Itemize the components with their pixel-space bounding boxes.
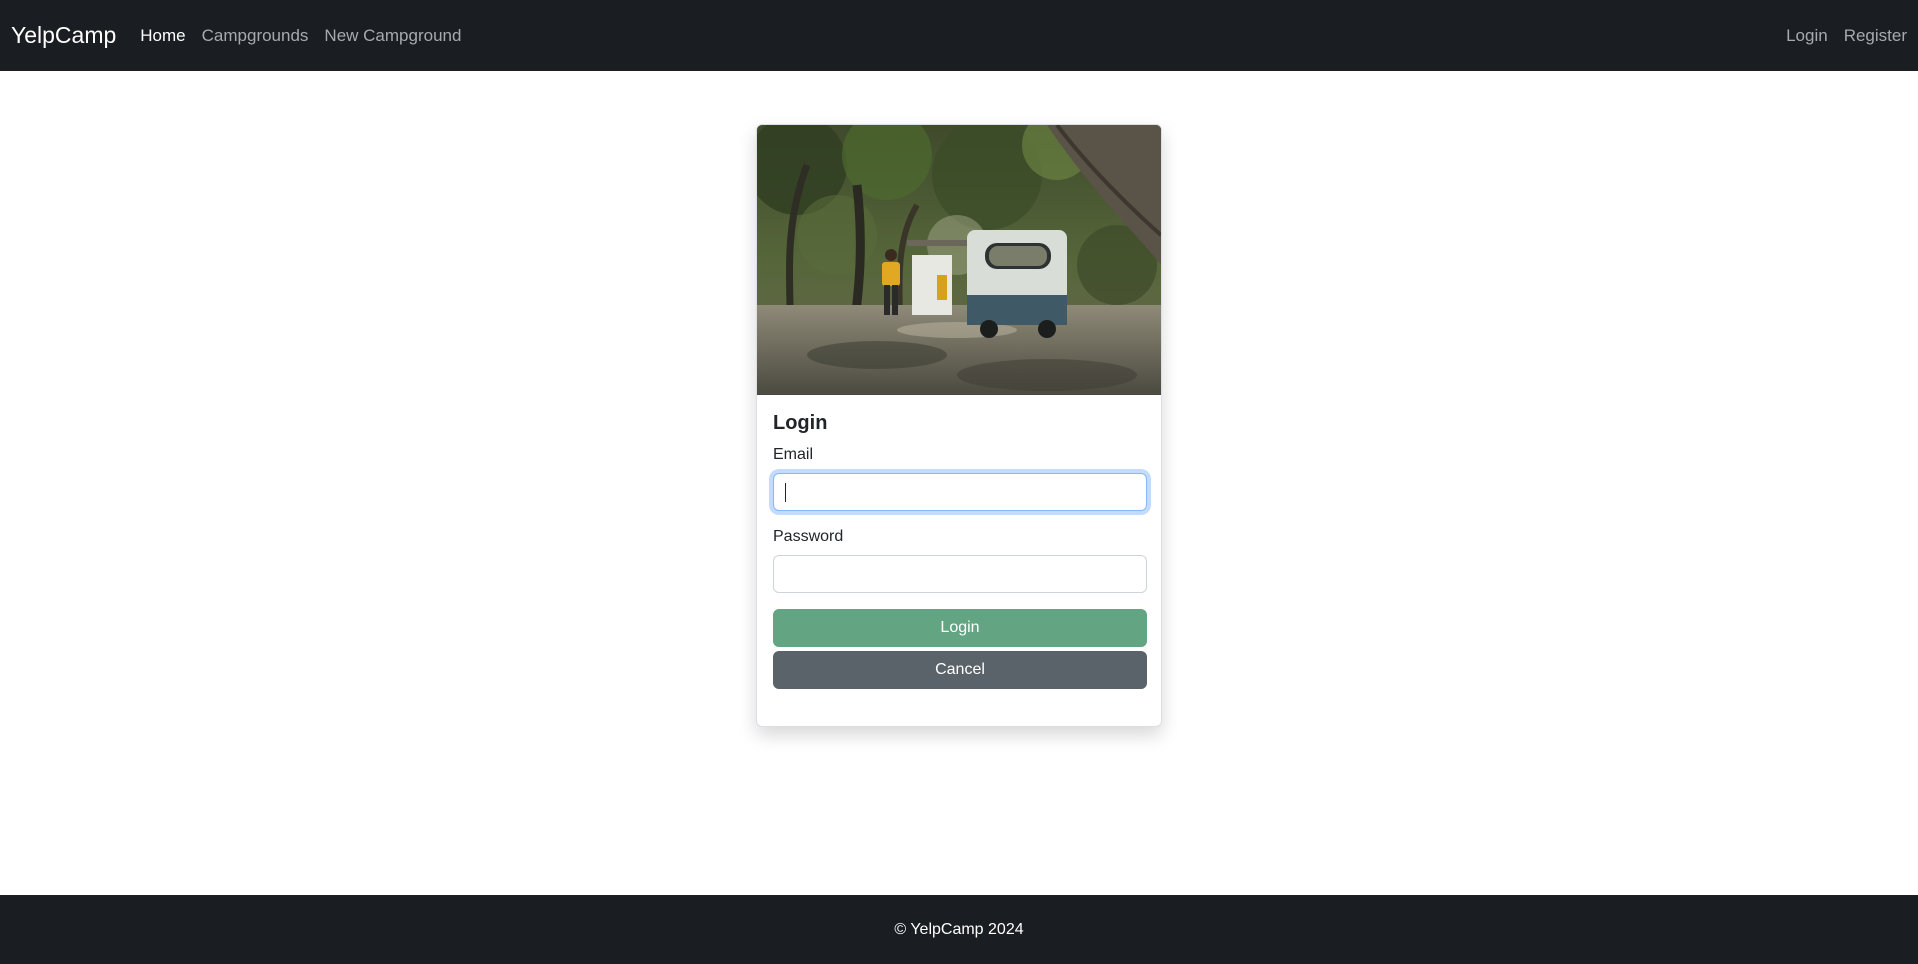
nav-auth-links: Login Register [1770,26,1907,46]
campsite-photo [757,125,1161,395]
email-label: Email [773,446,814,463]
email-field-group: Email [773,446,1147,511]
login-button[interactable]: Login [773,609,1147,647]
email-input[interactable] [773,473,1147,511]
nav-link-campgrounds[interactable]: Campgrounds [202,26,309,46]
nav-link-home[interactable]: Home [140,26,185,46]
card-body: Login Email Password Login Cancel [757,395,1161,689]
nav-link-login[interactable]: Login [1786,26,1828,46]
footer-copyright: © YelpCamp 2024 [894,920,1024,938]
nav-link-register[interactable]: Register [1844,26,1907,46]
password-field-group: Password [773,528,1147,593]
password-input[interactable] [773,555,1147,593]
brand-logo[interactable]: YelpCamp [11,22,116,49]
cancel-button[interactable]: Cancel [773,651,1147,689]
navbar: YelpCamp Home Campgrounds New Campground… [0,0,1918,71]
text-caret [785,483,786,502]
password-label: Password [773,528,844,545]
email-input-wrapper [773,473,1147,511]
footer: © YelpCamp 2024 [0,895,1918,964]
nav-link-new-campground[interactable]: New Campground [324,26,461,46]
nav-links: Home Campgrounds New Campground [140,26,477,46]
login-card: Login Email Password Login Cancel [756,124,1162,727]
login-title: Login [773,412,828,434]
